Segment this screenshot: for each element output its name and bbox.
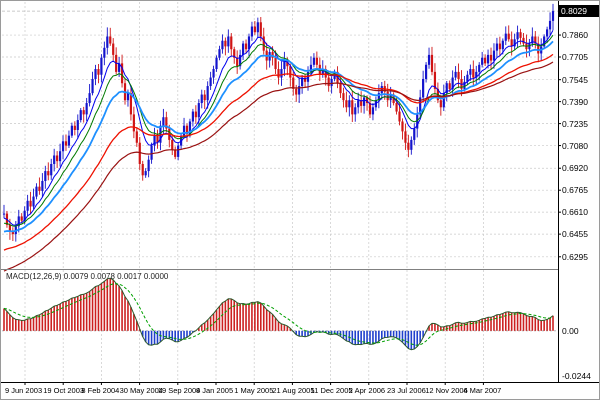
- time-axis-label: 8 Feb 2004: [81, 386, 119, 395]
- moving-average-line: [4, 62, 553, 271]
- time-axis-label: 9 Jan 2005: [196, 386, 233, 395]
- time-axis-label: 9 Jun 2003: [5, 386, 42, 395]
- time-axis-label: 19 Oct 2003: [43, 386, 84, 395]
- price-axis-label: 0.6920: [562, 163, 588, 173]
- time-axis-label: 19 Sep 2004: [158, 386, 201, 395]
- price-axis-label: 0.6765: [562, 185, 588, 195]
- time-axis-label: 23 Jul 2006: [387, 386, 426, 395]
- price-axis-label: 0.7705: [562, 52, 588, 62]
- time-axis-label: 1 May 2005: [234, 386, 273, 395]
- macd-histogram: [4, 278, 553, 349]
- current-price-badge: 0.8029: [558, 5, 599, 17]
- time-axis-label: 11 Dec 2005: [311, 386, 353, 395]
- price-axis-label: 0.6455: [562, 229, 588, 239]
- price-axis-label: 0.7235: [562, 119, 588, 129]
- time-axis-label: 30 May 2004: [120, 386, 163, 395]
- time-axis-label: 12 Nov 2006: [425, 386, 468, 395]
- price-axis-label: 0.7860: [562, 30, 588, 40]
- price-axis-label: 0.6295: [562, 252, 588, 262]
- indicator-axis-label: -0.0244: [562, 371, 591, 381]
- time-axis-label: 4 Mar 2007: [463, 386, 501, 395]
- time-axis-label: 21 Aug 2005: [272, 386, 314, 395]
- indicator-axis-label: 0.00: [562, 326, 579, 336]
- forex-chart-window: 0.8029 MACD(12,26,9) 0.0079 0.0078 0.001…: [0, 0, 600, 400]
- price-chart-canvas[interactable]: [1, 1, 600, 400]
- price-axis-label: 0.7080: [562, 141, 588, 151]
- price-axis-label: 0.7545: [562, 75, 588, 85]
- macd-indicator-label: MACD(12,26,9) 0.0079 0.0078 0.0017 0.000…: [6, 272, 168, 281]
- price-axis-label: 0.6610: [562, 207, 588, 217]
- time-axis-label: 2 Apr 2006: [349, 386, 385, 395]
- price-axis-label: 0.7390: [562, 97, 588, 107]
